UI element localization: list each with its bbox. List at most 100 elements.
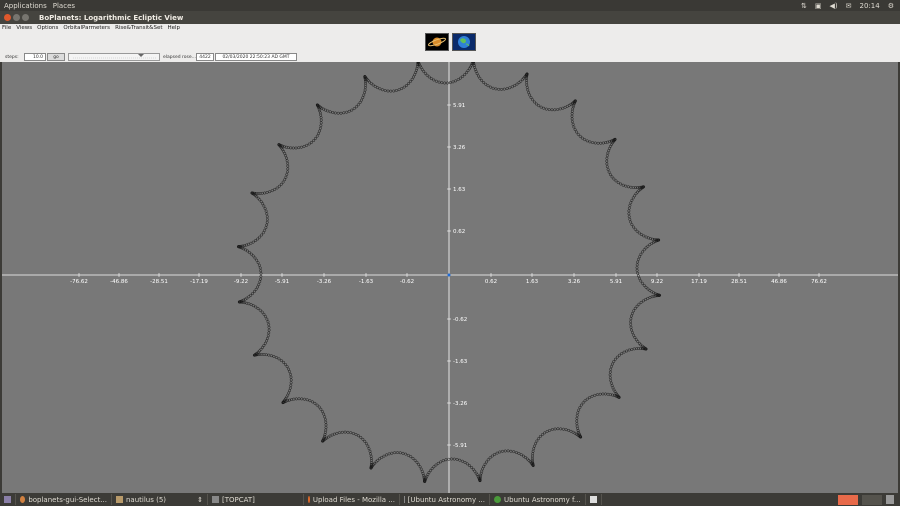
earth-view-button[interactable] <box>451 33 476 51</box>
taskbar-item-boplanets[interactable]: boplanets-gui-Select... <box>16 494 112 505</box>
go-button[interactable]: go <box>47 53 65 61</box>
track-dot <box>265 218 269 221</box>
menu-options[interactable]: Options <box>37 25 58 31</box>
track-dot <box>261 231 265 235</box>
track-dot <box>640 233 643 237</box>
elapsed-input[interactable]: 4422 <box>196 53 214 61</box>
taskbar-item-ubuntu-astronomy-2[interactable]: Ubuntu Astronomy f... <box>490 494 586 505</box>
taskbar-item-topcat[interactable]: [TOPCAT] <box>208 494 304 505</box>
track-dot <box>258 308 262 312</box>
track-dot <box>593 141 597 145</box>
minimize-icon[interactable] <box>13 14 20 21</box>
places-menu[interactable]: Places <box>53 2 75 10</box>
track-dot <box>463 73 467 77</box>
track-dot <box>317 132 320 136</box>
track-dot <box>363 91 367 94</box>
saturn-view-button[interactable] <box>424 33 449 51</box>
track-dot <box>288 370 292 374</box>
earth-icon <box>457 36 470 48</box>
applications-menu[interactable]: Applications <box>4 2 47 10</box>
track-dot <box>537 437 540 441</box>
taskbar-item-firefox-upload[interactable]: Upload Files - Mozilla ... <box>304 494 400 505</box>
track-dot <box>346 430 350 434</box>
gear-icon[interactable]: ⚙ <box>888 2 894 10</box>
track-dot <box>418 465 422 469</box>
folder-icon <box>116 496 123 503</box>
track-dot <box>398 451 402 455</box>
track-dot <box>289 375 293 379</box>
track-dot <box>609 379 613 382</box>
date-field[interactable]: 02/03/2020 22:50:23 AD GMT <box>215 53 297 61</box>
workspace-switcher[interactable] <box>838 494 858 505</box>
track-dot <box>336 111 340 115</box>
track-dot <box>264 315 268 319</box>
system-top-panel: Applications Places ⇅ ▣ ◀) ✉ 20:14 ⚙ <box>0 0 900 11</box>
track-dot <box>531 98 535 102</box>
slider-thumb-icon[interactable] <box>138 54 144 57</box>
workspace-switcher-2[interactable] <box>862 494 882 505</box>
track-dot <box>302 144 306 148</box>
track-dot <box>556 427 560 431</box>
track-dot <box>264 353 268 357</box>
track-dot <box>641 250 644 254</box>
track-dot <box>635 229 639 233</box>
track-dot <box>630 328 634 332</box>
elapsed-label: elapsed rose... <box>163 54 196 60</box>
taskbar-item-nautilus[interactable]: nautilus (5) ⇕ <box>112 494 208 505</box>
track-dot <box>606 151 610 155</box>
menu-rise-transit-set[interactable]: Rise&Transit&Set <box>115 25 162 31</box>
track-dot <box>289 372 292 376</box>
track-dot <box>369 454 373 458</box>
track-dot <box>260 233 264 237</box>
keyboard-layout-icon[interactable]: ▣ <box>815 2 822 10</box>
track-dot <box>294 146 298 150</box>
track-dot <box>512 450 516 454</box>
menu-help[interactable]: Help <box>168 25 181 31</box>
track-dot <box>607 149 611 153</box>
window-titlebar[interactable]: BoPlanets: Logarithmic Ecliptic View <box>0 11 900 24</box>
clock[interactable]: 20:14 <box>860 2 880 10</box>
track-dot <box>256 261 260 265</box>
track-dot <box>575 422 579 426</box>
trash-icon[interactable] <box>886 495 894 504</box>
volume-icon[interactable]: ◀) <box>830 2 838 10</box>
track-dot <box>277 357 281 361</box>
close-icon[interactable] <box>4 14 11 21</box>
ecliptic-plot-canvas[interactable]: -76.62 -46.86 -28.51 -17.19 -9.22 -5.91 -3.26 -… <box>2 62 898 493</box>
track-dot <box>258 280 262 284</box>
track-dot <box>630 347 634 351</box>
steps-label: steps: <box>5 54 19 60</box>
track-dot <box>630 198 634 202</box>
track-dot <box>265 212 269 216</box>
track-dot <box>253 256 257 260</box>
track-dot <box>567 428 571 432</box>
maximize-icon[interactable] <box>22 14 29 21</box>
track-dot <box>319 116 323 120</box>
track-dot <box>484 82 488 86</box>
track-dot <box>328 110 332 114</box>
track-dot <box>534 442 538 445</box>
track-dot <box>300 397 304 401</box>
track-dot <box>529 96 533 99</box>
show-desktop-button[interactable] <box>0 494 16 505</box>
menu-file[interactable]: File <box>2 25 11 31</box>
track-dot <box>368 449 372 453</box>
taskbar-item-window[interactable] <box>586 494 602 505</box>
speed-slider[interactable] <box>68 53 160 61</box>
menu-orbital-parameters[interactable]: OrbitalParmeters <box>63 25 110 31</box>
network-icon[interactable]: ⇅ <box>801 2 807 10</box>
track-dot <box>531 449 535 453</box>
menu-views[interactable]: Views <box>16 25 32 31</box>
track-dot <box>354 433 358 436</box>
track-dot <box>553 427 557 431</box>
taskbar-item-ubuntu-astronomy-1[interactable]: [Ubuntu Astronomy ... <box>400 494 490 505</box>
track-dot <box>324 428 328 432</box>
track-dot <box>637 231 641 235</box>
track-dot <box>559 427 563 431</box>
track-dot <box>627 212 631 216</box>
window-title: BoPlanets: Logarithmic Ecliptic View <box>39 13 184 22</box>
mail-icon[interactable]: ✉ <box>846 2 852 10</box>
steps-input[interactable]: 10.0 <box>24 53 46 61</box>
track-dot <box>627 209 631 213</box>
track-dot <box>275 186 279 190</box>
